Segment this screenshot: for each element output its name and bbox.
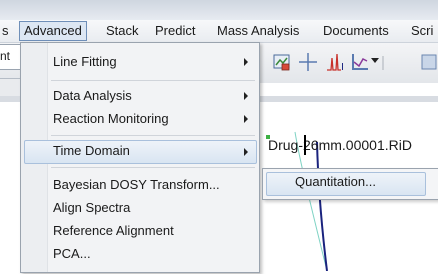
time-domain-submenu: Quantitation... bbox=[262, 168, 438, 200]
left-panel bbox=[0, 102, 20, 271]
dropdown-arrow-icon[interactable] bbox=[371, 58, 379, 64]
toolbar-field[interactable]: nt bbox=[0, 44, 21, 70]
menu-separator bbox=[51, 167, 255, 168]
menu-separator bbox=[51, 80, 255, 81]
file-label: Drug-26mm.00001.RiD bbox=[268, 137, 412, 153]
menu-item-pca[interactable]: PCA... bbox=[53, 244, 91, 264]
toolbar-field-text: nt bbox=[0, 49, 11, 63]
submenu-arrow-icon bbox=[244, 58, 248, 66]
submenu-arrow-icon bbox=[244, 148, 248, 156]
image-edit-icon[interactable] bbox=[272, 52, 292, 72]
menu-item-reference-alignment[interactable]: Reference Alignment bbox=[53, 221, 174, 241]
menu-item-align-spectra[interactable]: Align Spectra bbox=[53, 198, 130, 218]
partial-icon[interactable] bbox=[420, 52, 438, 72]
menu-documents[interactable]: Documents bbox=[323, 22, 389, 40]
submenu-arrow-icon bbox=[244, 115, 248, 123]
advanced-menu: Line Fitting Data Analysis Reaction Moni… bbox=[20, 42, 260, 273]
menu-advanced[interactable]: Advanced bbox=[19, 21, 87, 41]
menu-item-bayesian-dosy[interactable]: Bayesian DOSY Transform... bbox=[53, 175, 220, 195]
submenu-arrow-icon bbox=[244, 92, 248, 100]
menu-item-data-analysis[interactable]: Data Analysis bbox=[53, 86, 132, 106]
menu-predict[interactable]: Predict bbox=[155, 22, 195, 40]
menu-item-quantitation[interactable]: Quantitation... bbox=[295, 174, 376, 189]
menu-scripts[interactable]: Scri bbox=[411, 22, 433, 40]
toolbar-separator bbox=[382, 56, 384, 70]
menu-item-partial[interactable]: s bbox=[2, 22, 9, 40]
menu-item-reaction-monitoring[interactable]: Reaction Monitoring bbox=[53, 109, 169, 129]
menu-stack[interactable]: Stack bbox=[106, 22, 139, 40]
menu-separator bbox=[51, 135, 255, 136]
menu-item-time-domain[interactable]: Time Domain bbox=[53, 141, 130, 161]
svg-text:I: I bbox=[341, 62, 344, 72]
text-caret bbox=[304, 135, 306, 155]
window-title-strip bbox=[0, 0, 438, 20]
toolbar-field-secondary[interactable] bbox=[0, 78, 21, 98]
chart-icon[interactable] bbox=[350, 52, 370, 72]
menu-mass-analysis[interactable]: Mass Analysis bbox=[217, 22, 299, 40]
crosshair-icon[interactable] bbox=[298, 52, 318, 72]
menu-item-line-fitting[interactable]: Line Fitting bbox=[53, 52, 117, 72]
peak-pick-icon[interactable]: I bbox=[326, 52, 348, 72]
menu-bar: s Advanced Stack Predict Mass Analysis D… bbox=[0, 20, 438, 43]
